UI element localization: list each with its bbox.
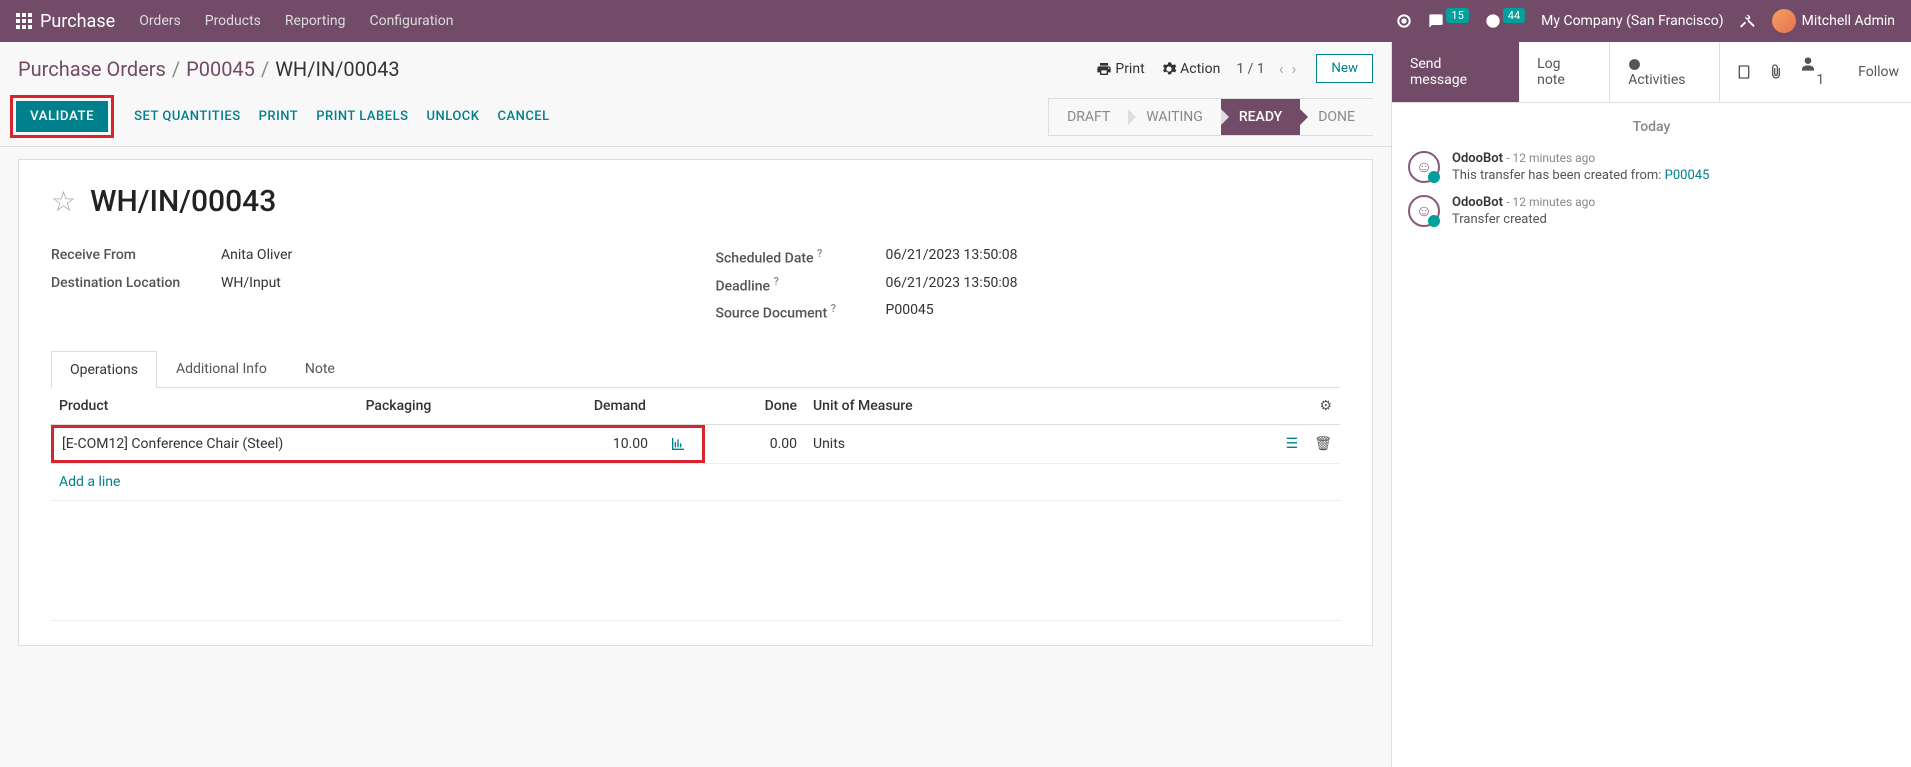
tab-additional-info[interactable]: Additional Info bbox=[157, 350, 286, 387]
col-done[interactable]: Done bbox=[705, 388, 805, 425]
value-receive-from[interactable]: Anita Oliver bbox=[221, 247, 292, 267]
label-destination-location: Destination Location bbox=[51, 275, 221, 295]
apps-icon[interactable] bbox=[16, 13, 32, 29]
label-deadline: Deadline ? bbox=[716, 275, 886, 295]
messages-badge: 15 bbox=[1446, 8, 1468, 23]
set-quantities-button[interactable]: SET QUANTITIES bbox=[134, 109, 240, 124]
log-note-button[interactable]: Log note bbox=[1519, 42, 1609, 102]
print-icon bbox=[1096, 61, 1112, 77]
unlock-button[interactable]: UNLOCK bbox=[426, 109, 479, 124]
prev-record[interactable]: ‹ bbox=[1279, 59, 1284, 78]
activities-button[interactable]: Activities bbox=[1609, 42, 1720, 102]
add-line-link[interactable]: Add a line bbox=[59, 474, 120, 490]
msg-body: This transfer has been created from: P00… bbox=[1452, 168, 1709, 183]
msg-time: - 12 minutes ago bbox=[1506, 151, 1595, 165]
message-item[interactable]: ☺ OdooBot - 12 minutes ago Transfer crea… bbox=[1392, 189, 1911, 233]
attachment-icon[interactable] bbox=[1768, 64, 1784, 80]
favorite-star-icon[interactable]: ☆ bbox=[51, 185, 76, 218]
label-source-document: Source Document ? bbox=[716, 302, 886, 322]
col-packaging[interactable]: Packaging bbox=[358, 388, 522, 425]
breadcrumb-root[interactable]: Purchase Orders bbox=[18, 57, 166, 81]
status-ready[interactable]: READY bbox=[1221, 98, 1300, 136]
next-record[interactable]: › bbox=[1292, 59, 1297, 78]
status-draft[interactable]: DRAFT bbox=[1048, 98, 1128, 136]
support-icon[interactable] bbox=[1396, 13, 1412, 29]
user-menu[interactable]: Mitchell Admin bbox=[1772, 9, 1895, 33]
follow-button[interactable]: Follow bbox=[1858, 64, 1899, 80]
bot-avatar-icon: ☺ bbox=[1408, 195, 1440, 227]
status-bar: DRAFT WAITING READY DONE bbox=[1048, 98, 1373, 136]
label-receive-from: Receive From bbox=[51, 247, 221, 267]
breadcrumb-parent[interactable]: P00045 bbox=[186, 57, 255, 81]
validate-button[interactable]: VALIDATE bbox=[16, 101, 108, 132]
col-uom[interactable]: Unit of Measure bbox=[805, 388, 1276, 425]
avatar bbox=[1772, 9, 1796, 33]
value-destination-location[interactable]: WH/Input bbox=[221, 275, 281, 295]
delete-row-icon[interactable]: 🗑 bbox=[1314, 436, 1332, 452]
value-source-document[interactable]: P00045 bbox=[886, 302, 934, 322]
user-name: Mitchell Admin bbox=[1802, 13, 1895, 29]
send-message-button[interactable]: Send message bbox=[1392, 42, 1519, 102]
msg-author: OdooBot bbox=[1452, 195, 1503, 210]
cell-done[interactable]: 0.00 bbox=[705, 424, 805, 463]
gear-icon bbox=[1161, 61, 1177, 77]
clock-icon bbox=[1628, 58, 1641, 71]
columns-settings-icon[interactable]: ⚙ bbox=[1319, 398, 1332, 414]
print-labels-button[interactable]: PRINT LABELS bbox=[316, 109, 408, 124]
status-done[interactable]: DONE bbox=[1300, 98, 1373, 136]
today-separator: Today bbox=[1392, 119, 1911, 135]
label-scheduled-date: Scheduled Date ? bbox=[716, 247, 886, 267]
activities-badge: 44 bbox=[1503, 8, 1525, 23]
tab-note[interactable]: Note bbox=[286, 350, 354, 387]
menu-products[interactable]: Products bbox=[205, 13, 261, 29]
status-waiting[interactable]: WAITING bbox=[1128, 98, 1221, 136]
new-button[interactable]: New bbox=[1316, 54, 1373, 83]
action-dropdown[interactable]: Action bbox=[1161, 61, 1221, 77]
followers-button[interactable]: 1 bbox=[1800, 56, 1842, 88]
tools-icon[interactable] bbox=[1740, 13, 1756, 29]
attachments-book-icon[interactable] bbox=[1736, 64, 1752, 80]
value-scheduled-date[interactable]: 06/21/2023 13:50:08 bbox=[886, 247, 1018, 267]
cancel-button[interactable]: CANCEL bbox=[497, 109, 549, 124]
table-row[interactable]: [E-COM12] Conference Chair (Steel) 10.00… bbox=[51, 424, 1340, 463]
breadcrumb-sep: / bbox=[172, 57, 180, 81]
col-demand[interactable]: Demand bbox=[521, 388, 654, 425]
msg-link[interactable]: P00045 bbox=[1665, 168, 1710, 183]
detailed-operations-icon[interactable]: ☰ bbox=[1286, 436, 1299, 452]
company-switcher[interactable]: My Company (San Francisco) bbox=[1541, 13, 1723, 29]
messages-icon[interactable]: 15 bbox=[1428, 13, 1468, 29]
bot-avatar-icon: ☺ bbox=[1408, 151, 1440, 183]
activities-icon[interactable]: 44 bbox=[1485, 13, 1525, 29]
tab-operations[interactable]: Operations bbox=[51, 351, 157, 388]
menu-orders[interactable]: Orders bbox=[139, 13, 181, 29]
cell-demand[interactable]: 10.00 bbox=[518, 436, 648, 452]
msg-body: Transfer created bbox=[1452, 212, 1595, 227]
col-product[interactable]: Product bbox=[51, 388, 358, 425]
breadcrumb-sep: / bbox=[261, 57, 269, 81]
breadcrumb-current: WH/IN/00043 bbox=[275, 57, 399, 81]
print-button[interactable]: PRINT bbox=[259, 109, 299, 124]
menu-reporting[interactable]: Reporting bbox=[285, 13, 346, 29]
record-title: WH/IN/00043 bbox=[90, 184, 276, 219]
print-dropdown[interactable]: Print bbox=[1096, 61, 1145, 77]
msg-time: - 12 minutes ago bbox=[1506, 195, 1595, 209]
person-icon bbox=[1800, 56, 1816, 72]
message-item[interactable]: ☺ OdooBot - 12 minutes ago This transfer… bbox=[1392, 145, 1911, 189]
app-title[interactable]: Purchase bbox=[40, 11, 115, 32]
msg-author: OdooBot bbox=[1452, 151, 1503, 166]
menu-configuration[interactable]: Configuration bbox=[369, 13, 453, 29]
cell-uom[interactable]: Units bbox=[805, 424, 1276, 463]
forecast-chart-icon[interactable] bbox=[670, 436, 686, 452]
pager: 1 / 1 bbox=[1236, 61, 1264, 77]
cell-product[interactable]: [E-COM12] Conference Chair (Steel) bbox=[62, 436, 358, 452]
value-deadline: 06/21/2023 13:50:08 bbox=[886, 275, 1018, 295]
